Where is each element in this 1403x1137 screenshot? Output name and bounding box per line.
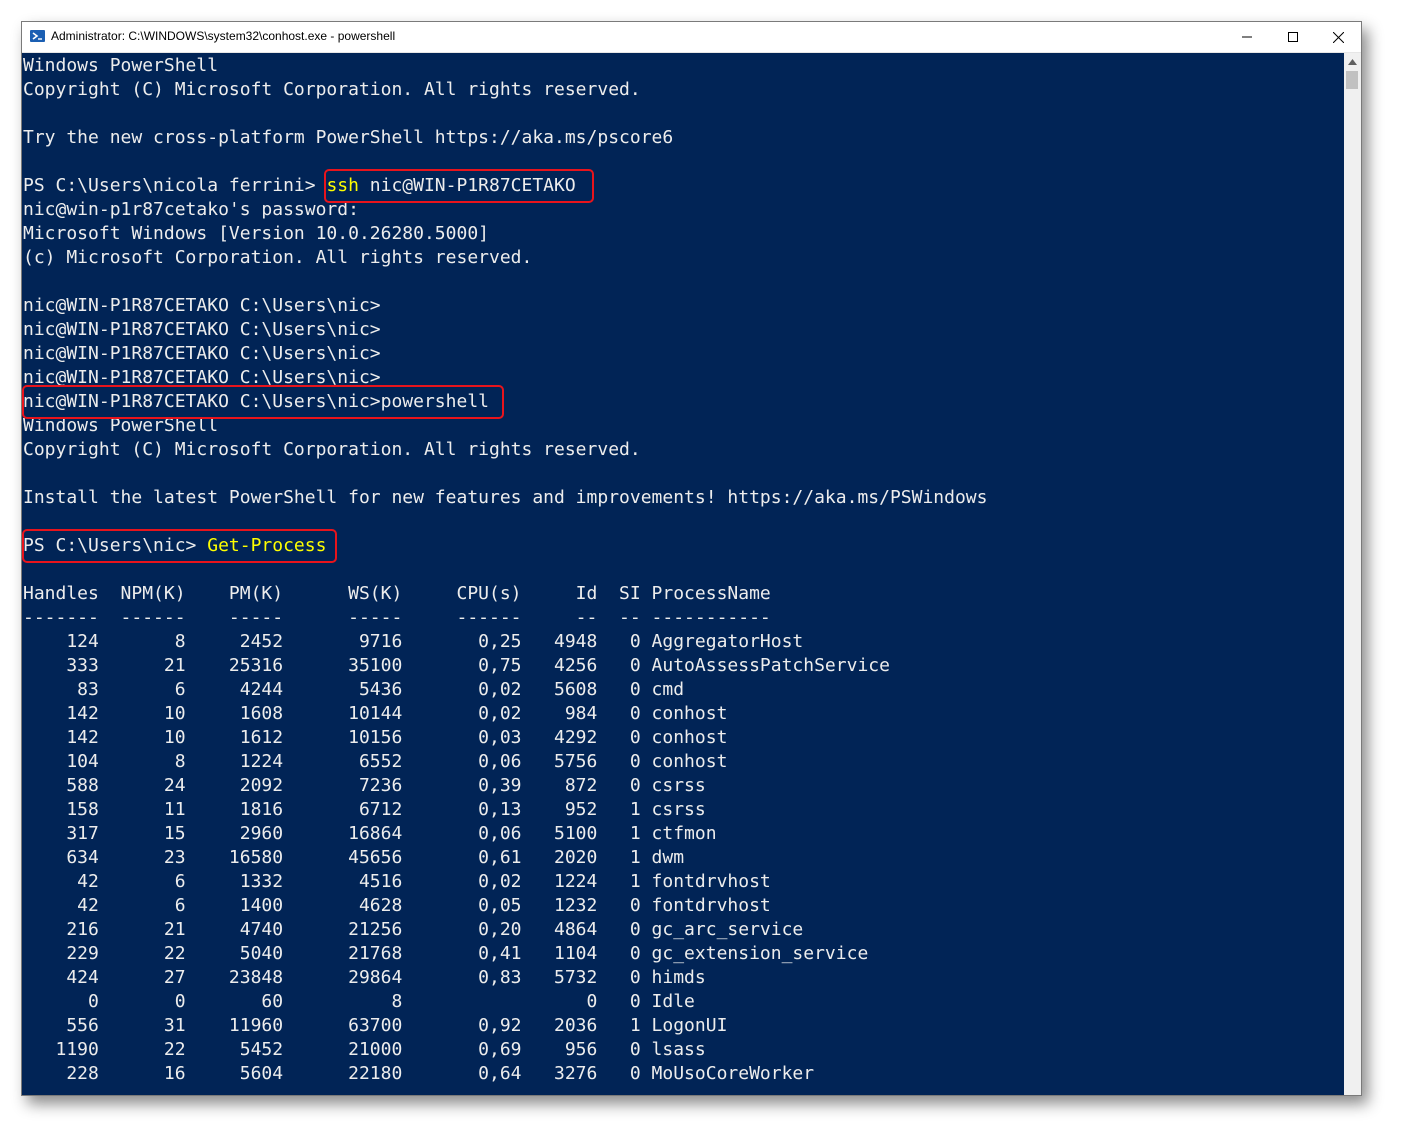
process-row: 142 10 1612 10156 0,03 4292 0 conhost [23,727,728,748]
maximize-button[interactable] [1270,22,1316,52]
process-row: 0 0 60 8 0 0 Idle [23,991,695,1012]
console-line: nic@WIN-P1R87CETAKO C:\Users\nic> [23,295,381,316]
console-line: Microsoft Windows [Version 10.0.26280.50… [23,223,489,244]
console-window: Administrator: C:\WINDOWS\system32\conho… [21,21,1362,1096]
process-row: 556 31 11960 63700 0,92 2036 1 LogonUI [23,1015,728,1036]
ssh-command-highlight [324,169,594,203]
process-row: 83 6 4244 5436 0,02 5608 0 cmd [23,679,685,700]
process-row: 228 16 5604 22180 0,64 3276 0 MoUsoCoreW… [23,1063,815,1084]
window-title: Administrator: C:\WINDOWS\system32\conho… [51,29,396,43]
minimize-button[interactable] [1224,22,1270,52]
process-row: 142 10 1608 10144 0,02 984 0 conhost [23,703,728,724]
process-row: 424 27 23848 29864 0,83 5732 0 himds [23,967,706,988]
close-button[interactable] [1315,22,1361,52]
process-row: 229 22 5040 21768 0,41 1104 0 gc_extensi… [23,943,869,964]
process-row: 216 21 4740 21256 0,20 4864 0 gc_arc_ser… [23,919,804,940]
scroll-up-button[interactable] [1344,53,1361,70]
powershell-icon[interactable] [30,30,45,42]
title-bar[interactable]: Administrator: C:\WINDOWS\system32\conho… [22,22,1361,53]
console-line: Try the new cross-platform PowerShell ht… [23,127,674,148]
console-line: Windows PowerShell [23,55,219,76]
maximize-icon [1288,32,1298,42]
process-row: 124 8 2452 9716 0,25 4948 0 AggregatorHo… [23,631,804,652]
console-line: Copyright (C) Microsoft Corporation. All… [23,439,641,460]
console-output[interactable]: Windows PowerShell Copyright (C) Microso… [22,53,1344,1095]
console-line: (c) Microsoft Corporation. All rights re… [23,247,533,268]
table-header-separator: ------- ------ ----- ----- ------ -- -- … [23,607,771,628]
console-line: nic@WIN-P1R87CETAKO C:\Users\nic> [23,319,381,340]
process-row: 588 24 2092 7236 0,39 872 0 csrss [23,775,706,796]
console-line: Copyright (C) Microsoft Corporation. All… [23,79,641,100]
console-line: nic@WIN-P1R87CETAKO C:\Users\nic> [23,343,381,364]
process-row: 634 23 16580 45656 0,61 2020 1 dwm [23,847,685,868]
console-line: nic@win-p1r87cetako's password: [23,199,359,220]
minimize-icon [1242,36,1252,38]
process-row: 42 6 1400 4628 0,05 1232 0 fontdrvhost [23,895,771,916]
console-line: Install the latest PowerShell for new fe… [23,487,988,508]
process-row: 42 6 1332 4516 0,02 1224 1 fontdrvhost [23,871,771,892]
chevron-up-icon [1348,58,1357,65]
get-process-command-highlight [22,529,337,563]
scrollbar-thumb[interactable] [1346,71,1358,89]
vertical-scrollbar[interactable] [1344,53,1361,1095]
process-row: 1190 22 5452 21000 0,69 956 0 lsass [23,1039,706,1060]
close-icon [1332,31,1344,43]
prompt: PS C:\Users\nicola ferrini> [23,175,327,196]
process-row: 333 21 25316 35100 0,75 4256 0 AutoAsses… [23,655,890,676]
process-row: 158 11 1816 6712 0,13 952 1 csrss [23,799,706,820]
process-row: 317 15 2960 16864 0,06 5100 1 ctfmon [23,823,717,844]
table-header: Handles NPM(K) PM(K) WS(K) CPU(s) Id SI … [23,583,771,604]
process-row: 104 8 1224 6552 0,06 5756 0 conhost [23,751,728,772]
powershell-command-highlight [22,385,504,419]
